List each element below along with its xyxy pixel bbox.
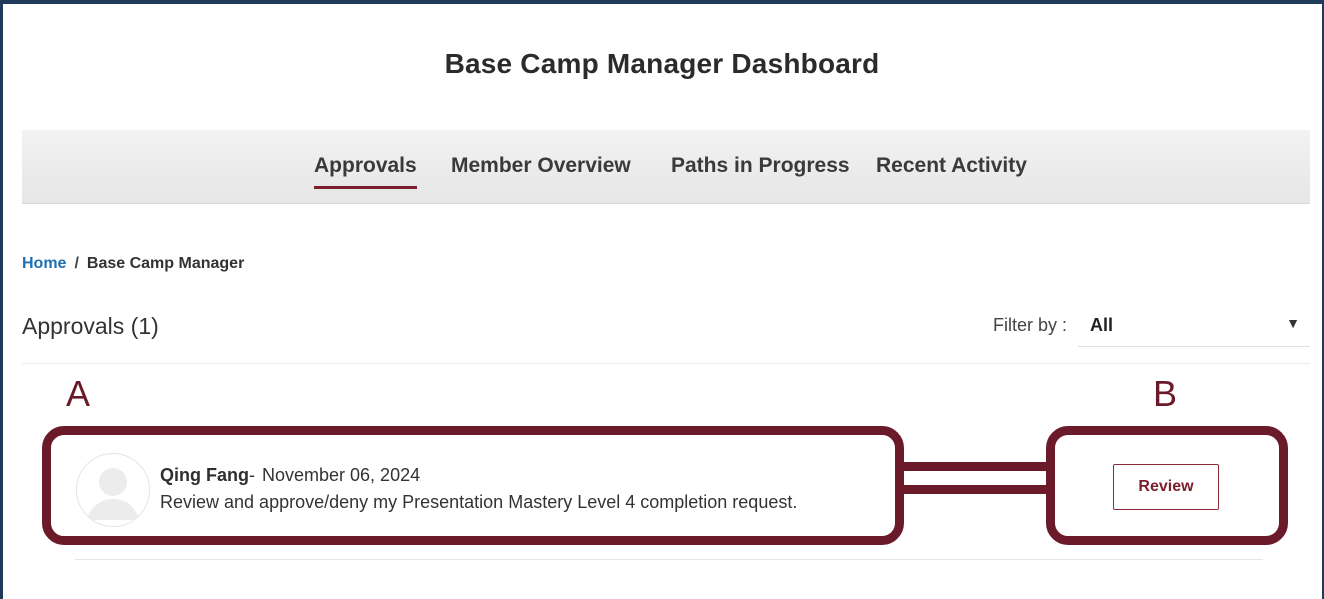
list-item-divider [75,559,1263,560]
review-button[interactable]: Review [1113,464,1219,510]
caret-down-icon: ▼ [1286,315,1300,331]
tab-approvals[interactable]: Approvals [314,154,417,189]
breadcrumb-home-link[interactable]: Home [22,255,66,272]
filter-label: Filter by : [993,315,1068,335]
breadcrumb-separator: / [74,255,79,272]
filter-dropdown[interactable]: All ▼ [1078,306,1310,347]
callout-label-b: B [1153,373,1178,414]
breadcrumb-current: Base Camp Manager [86,255,245,272]
dashboard-tab-bar: Approvals Member Overview Paths in Progr… [22,130,1310,204]
member-name: Qing Fang [160,465,249,485]
user-placeholder-icon [76,453,150,527]
request-date: November 06, 2024 [262,465,421,485]
breadcrumb: Home / Base Camp Manager [22,255,244,273]
callout-label-a: A [66,373,91,414]
callout-connector-top [900,462,1050,471]
approvals-heading: Approvals (1) [22,313,159,339]
filter-selected-value: All [1090,315,1114,335]
callout-connector-bottom [900,485,1050,494]
page-title: Base Camp Manager Dashboard [444,48,880,79]
tab-recent-activity[interactable]: Recent Activity [876,154,1027,178]
tab-paths-in-progress[interactable]: Paths in Progress [671,154,850,178]
section-divider [22,363,1310,364]
request-message: Review and approve/deny my Presentation … [160,492,798,512]
tab-member-overview[interactable]: Member Overview [451,154,631,178]
name-date-separator: - [249,465,255,485]
